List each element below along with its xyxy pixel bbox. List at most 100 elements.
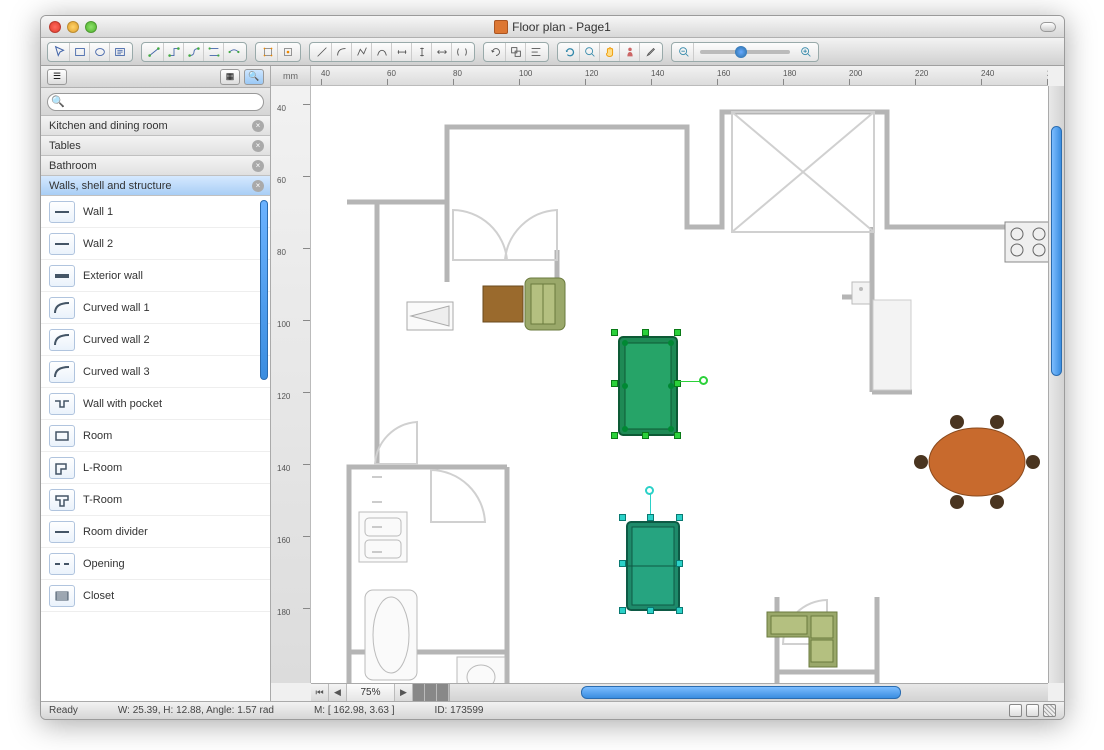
stencil-item[interactable]: Curved wall 2 [41, 324, 270, 356]
toolbar-group-transform [483, 42, 549, 62]
magnify-button[interactable] [580, 43, 600, 61]
poly-tool[interactable] [352, 43, 372, 61]
ruler-unit: mm [271, 66, 311, 86]
connector-3[interactable] [184, 43, 204, 61]
rect-tool[interactable] [70, 43, 90, 61]
snap-1[interactable] [258, 43, 278, 61]
zoom-slider[interactable] [700, 50, 790, 54]
titlebar: Floor plan - Page1 [41, 16, 1064, 38]
toolbar-group-snap [255, 42, 301, 62]
stencil-item[interactable]: Exterior wall [41, 260, 270, 292]
sidebar-scrollbar[interactable] [260, 200, 268, 380]
sidebar-tab-list[interactable]: ☰ [47, 69, 67, 85]
status-id: ID: 173599 [435, 705, 484, 716]
sidebar-tab-search[interactable]: 🔍 [244, 69, 264, 85]
stencil-item[interactable]: Closet [41, 580, 270, 612]
sidebar-tab-grid[interactable]: ▦ [220, 69, 240, 85]
zoom-in-button[interactable] [796, 43, 816, 61]
zoom-slider-thumb[interactable] [735, 46, 747, 58]
search-input[interactable] [47, 93, 264, 111]
stencil-item[interactable]: Opening [41, 548, 270, 580]
arc-icon [49, 297, 75, 319]
selection-handles-1[interactable] [615, 333, 677, 435]
page-next-button[interactable]: ▶ [395, 684, 413, 701]
stencil-label: T-Room [83, 494, 122, 506]
page-tab-1[interactable] [413, 684, 425, 701]
zoom-value[interactable]: 75% [347, 684, 395, 701]
stencil-item[interactable]: Room [41, 420, 270, 452]
connector-2[interactable] [164, 43, 184, 61]
stencil-item[interactable]: Curved wall 3 [41, 356, 270, 388]
stencil-item[interactable]: Wall 1 [41, 196, 270, 228]
status-icon-1[interactable] [1009, 704, 1022, 717]
line-tool[interactable] [312, 43, 332, 61]
dim-tool[interactable] [432, 43, 452, 61]
seat-tool[interactable] [620, 43, 640, 61]
line-icon [49, 201, 75, 223]
sidebar-header: ☰ ▦ 🔍 [41, 66, 270, 88]
ellipse-tool[interactable] [90, 43, 110, 61]
category-label: Walls, shell and structure [49, 180, 171, 192]
stencil-label: Wall 1 [83, 206, 113, 218]
ruler-horizontal[interactable]: 406080100120140160180200220240260 [311, 66, 1048, 86]
page-first-button[interactable]: ⏮ [311, 684, 329, 701]
page-tab-2[interactable] [425, 684, 437, 701]
refresh-button[interactable] [560, 43, 580, 61]
page-tab-3[interactable] [437, 684, 449, 701]
arc-icon [49, 361, 75, 383]
tshape-icon [49, 489, 75, 511]
stencil-item[interactable]: Wall 2 [41, 228, 270, 260]
floorplan-drawing[interactable] [317, 92, 1048, 683]
group-tool[interactable] [506, 43, 526, 61]
align-tool[interactable] [526, 43, 546, 61]
hand-tool[interactable] [600, 43, 620, 61]
pocket-icon [49, 393, 75, 415]
rotate-tool[interactable] [486, 43, 506, 61]
status-icon-2[interactable] [1026, 704, 1039, 717]
page-prev-button[interactable]: ◀ [329, 684, 347, 701]
category-0[interactable]: Kitchen and dining room× [41, 116, 270, 136]
stencil-item[interactable]: Room divider [41, 516, 270, 548]
canvas-viewport[interactable] [311, 86, 1048, 683]
ruler-vertical[interactable]: 406080100120140160180 [271, 86, 311, 683]
selection-handles-2[interactable] [623, 518, 679, 610]
stencil-item[interactable]: T-Room [41, 484, 270, 516]
toolbar-group-lines [309, 42, 475, 62]
category-1[interactable]: Tables× [41, 136, 270, 156]
toolbar-group-connectors [141, 42, 247, 62]
statusbar: Ready W: 25.39, H: 12.88, Angle: 1.57 ra… [41, 701, 1064, 719]
toolbar-zoom [671, 42, 819, 62]
horizontal-scrollbar[interactable]: ⏮ ◀ 75% ▶ [311, 683, 1048, 701]
bezier-tool[interactable] [372, 43, 392, 61]
connector-5[interactable] [224, 43, 244, 61]
connector-1[interactable] [144, 43, 164, 61]
zoom-out-button[interactable] [674, 43, 694, 61]
sofa-shape [483, 278, 565, 330]
hv-tool[interactable] [392, 43, 412, 61]
collapse-icon: × [252, 160, 264, 172]
stencil-label: Exterior wall [83, 270, 143, 282]
text-tool[interactable] [110, 43, 130, 61]
resize-grip[interactable] [1043, 704, 1056, 717]
tv-shape [407, 302, 453, 330]
stencil-item[interactable]: L-Room [41, 452, 270, 484]
stove-shape [1005, 222, 1048, 262]
vanity-shape [457, 657, 505, 683]
thick-line-icon [49, 265, 75, 287]
brace-tool[interactable] [452, 43, 472, 61]
opening-icon [49, 553, 75, 575]
stencil-item[interactable]: Wall with pocket [41, 388, 270, 420]
arc-tool[interactable] [332, 43, 352, 61]
pointer-tool[interactable] [50, 43, 70, 61]
category-3[interactable]: Walls, shell and structure× [41, 176, 270, 196]
vertical-scrollbar[interactable] [1048, 86, 1064, 683]
connector-4[interactable] [204, 43, 224, 61]
eyedropper-tool[interactable] [640, 43, 660, 61]
stencil-label: L-Room [83, 462, 122, 474]
vh-tool[interactable] [412, 43, 432, 61]
category-2[interactable]: Bathroom× [41, 156, 270, 176]
snap-2[interactable] [278, 43, 298, 61]
stencil-list[interactable]: Wall 1Wall 2Exterior wallCurved wall 1Cu… [41, 196, 270, 701]
app-icon [494, 20, 508, 34]
stencil-item[interactable]: Curved wall 1 [41, 292, 270, 324]
